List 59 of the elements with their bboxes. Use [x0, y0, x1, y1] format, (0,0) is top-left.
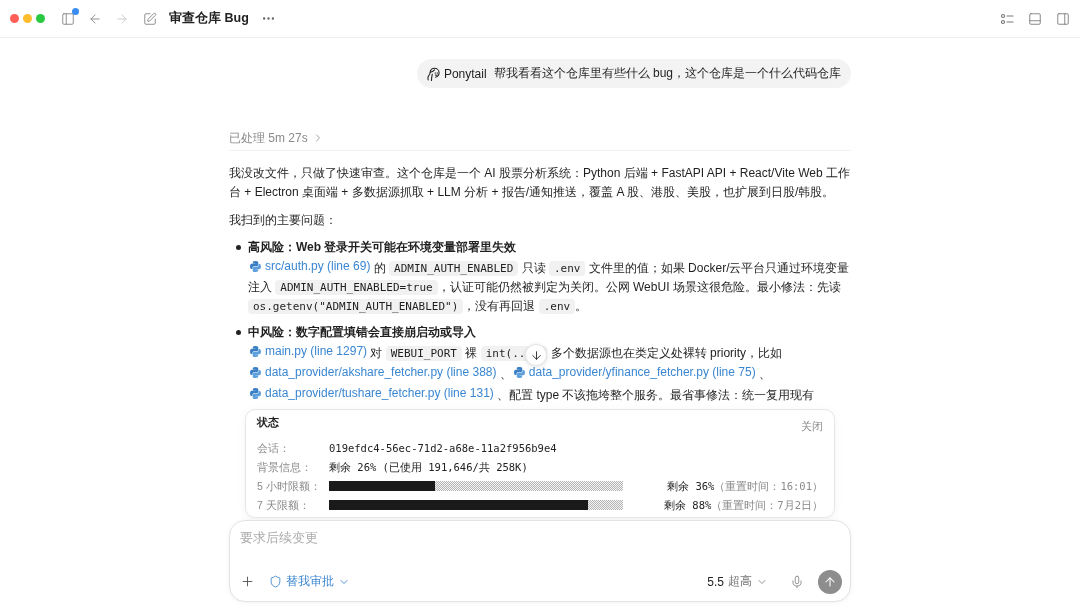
row-label: 7 天限额： [257, 498, 311, 513]
plugin-mention: Ponytail [426, 66, 487, 81]
model-selector[interactable]: 5.5 超高 [707, 573, 768, 590]
window-close-button[interactable] [10, 14, 19, 23]
approval-dropdown[interactable]: 替我审批 [269, 573, 350, 590]
head-sketch-icon [426, 66, 440, 81]
issue-description: main.py (line 1297) 对 WEBUI_PORT 裸 int(.. 多个数据源也在类定义处裸转 priority，比如 data_provider/akshare_fetcher.py (line 388) 、 data_provider/yfinance_fetcher.py (line 75) 、 data_provider/tushare_fetcher.py (line 131) 、配置 type 不该拖垮整个服务。最省事修法：统一复用现有 [248, 342, 851, 405]
send-button[interactable] [818, 569, 842, 594]
row-value: 019efdc4-56ec-71d2-a68e-11a2f956b9e4 [329, 441, 557, 456]
plus-icon[interactable] [240, 574, 255, 589]
code-snippet: .env [538, 299, 576, 314]
reset-time: （重置时间：7月2日） [711, 498, 823, 513]
row-label: 5 小时限额： [257, 479, 322, 494]
issues-heading: 我扫到的主要问题： [229, 212, 338, 229]
bullet-icon [236, 245, 241, 250]
message-text: 帮我看看这个仓库里有些什么 bug，这个仓库是一个什么代码仓库 [493, 65, 841, 82]
window-zoom-button[interactable] [36, 14, 45, 23]
list-icon[interactable] [1000, 11, 1014, 26]
file-type-icon [250, 346, 261, 357]
file-type-icon [250, 261, 261, 272]
file-type-icon [513, 367, 525, 378]
close-button[interactable]: 关闭 [801, 419, 823, 434]
sidebar-toggle-icon[interactable] [61, 11, 75, 26]
shield-icon [269, 575, 282, 588]
file-link[interactable]: data_provider/yfinance_fetcher.py (line 75) [511, 363, 756, 382]
row-value: 剩余 26% (已使用 191,646/共 258K) [329, 460, 528, 475]
code-snippet: ADMIN_AUTH_ENABLED=true [275, 280, 438, 295]
file-link[interactable]: src/auth.py (line 69) [248, 257, 371, 276]
file-link[interactable]: main.py (line 1297) [248, 342, 368, 361]
microphone-icon[interactable] [790, 574, 804, 589]
bullet-icon [236, 330, 241, 335]
panel-title: 状态 [257, 415, 279, 429]
reset-time: （重置时间：16:01） [714, 479, 823, 494]
message-composer[interactable]: 要求后续变更 替我审批 5.5 超高 [229, 520, 851, 602]
code-snippet: WEBUI_PORT [385, 346, 462, 361]
arrow-down-icon [529, 348, 543, 362]
issue-title: 高风险：Web 登录开关可能在环境变量部署里失效 [248, 239, 517, 256]
code-snippet: .env [548, 261, 586, 276]
window-minimize-button[interactable] [23, 14, 32, 23]
quota-remaining: 剩余 36% [667, 479, 715, 494]
file-link[interactable]: data_provider/akshare_fetcher.py (line 388) [248, 363, 497, 382]
file-type-icon [250, 367, 261, 378]
issue-title: 中风险：数字配置填错会直接崩启动或导入 [248, 324, 476, 341]
code-snippet: os.getenv("ADMIN_AUTH_ENABLED") [248, 299, 464, 314]
scroll-down-button[interactable] [525, 344, 548, 366]
bottom-panel-icon[interactable] [1028, 11, 1042, 26]
file-type-icon [250, 388, 261, 399]
compose-icon[interactable] [143, 11, 157, 26]
row-label: 背景信息： [257, 460, 313, 475]
code-snippet: ADMIN_AUTH_ENABLED [389, 261, 519, 276]
summary-paragraph: 我没改文件，只做了快速审查。这个仓库是一个 AI 股票分析系统：Python 后端 + FastAPI API + React/Vite Web 工作台 + Electron 桌面端 + 多数据源抓取 + LLM 分析 + 报告/通知推送，覆盖 A 股、港股、美股，也扩展到日股/韩股。 [229, 165, 851, 201]
message-input[interactable]: 要求后续变更 [240, 528, 840, 568]
window-title: 审查仓库 Bug [169, 10, 249, 27]
row-label: 会话： [257, 441, 291, 456]
file-link[interactable]: data_provider/tushare_fetcher.py (line 131) [248, 384, 494, 403]
processing-summary[interactable]: 已处理 5m 27s [229, 129, 324, 147]
right-panel-icon[interactable] [1056, 11, 1070, 26]
issue-description: src/auth.py (line 69) 的 ADMIN_AUTH_ENABLED 只读 .env 文件里的值；如果 Docker/云平台只通过环境变量注入 ADMIN_AUTH_ENABLED=true ，认证可能仍然被判定为关闭。公网 WebUI 场景这很危险。最小修法：先读 os.getenv("ADMIN_AUTH_ENABLED") ，没有再回退 .env 。 [248, 257, 851, 316]
quota-remaining: 剩余 88% [664, 498, 712, 513]
